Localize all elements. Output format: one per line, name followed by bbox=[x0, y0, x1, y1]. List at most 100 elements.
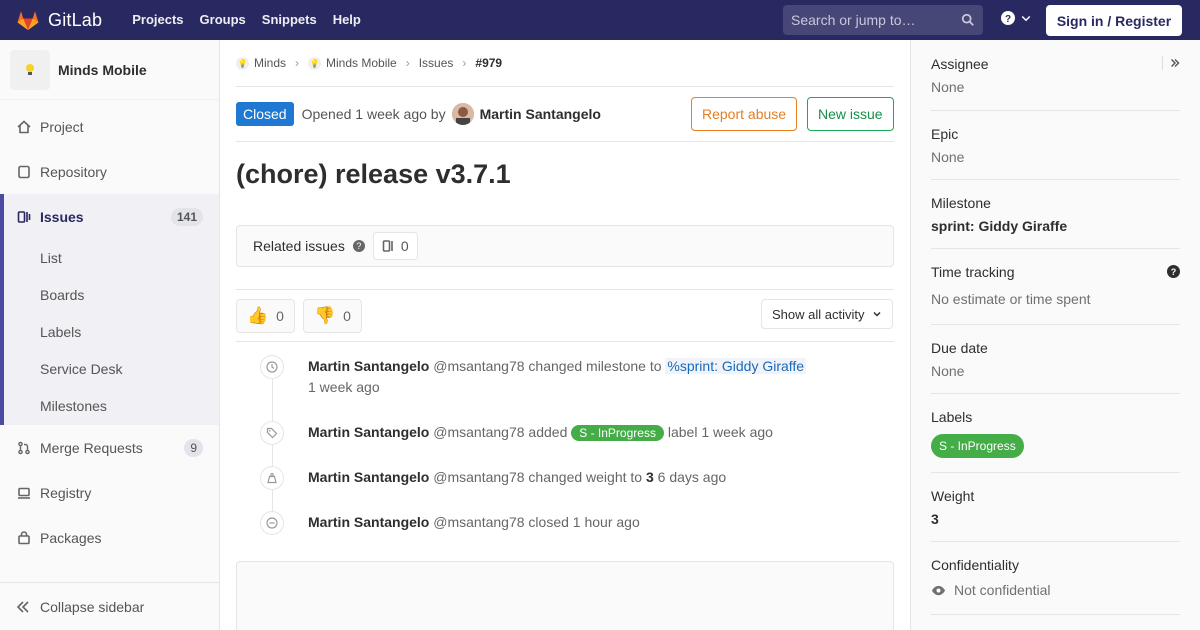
time-tracking-block: Time tracking No estimate or time spent … bbox=[931, 249, 1180, 325]
note-text: closed bbox=[528, 514, 569, 530]
sidebar-subitem-labels[interactable]: Labels bbox=[4, 313, 219, 350]
merge-request-icon bbox=[16, 440, 32, 456]
awards-bar: 👍 0 👎 0 Show all activity bbox=[236, 290, 894, 342]
note-handle[interactable]: @msantang78 bbox=[433, 514, 524, 530]
thumbs-down-button[interactable]: 👎 0 bbox=[302, 298, 362, 333]
sidebar-item-label: Merge Requests bbox=[40, 439, 143, 456]
due-date-value: None bbox=[931, 363, 965, 379]
nav-help[interactable]: Help bbox=[325, 0, 369, 40]
time-tracking-label: Time tracking bbox=[931, 264, 1015, 280]
milestone-block: Milestone sprint: Giddy Giraffe bbox=[931, 180, 1180, 249]
note-text: changed weight to bbox=[528, 469, 643, 485]
thumbs-down-icon: 👎 bbox=[313, 305, 336, 325]
project-avatar bbox=[10, 49, 50, 90]
note-time: 1 hour ago bbox=[572, 514, 640, 530]
search-icon bbox=[961, 13, 974, 26]
thumbs-up-count: 0 bbox=[276, 307, 284, 324]
doc-icon bbox=[16, 164, 32, 180]
project-name: Minds Mobile bbox=[58, 61, 147, 78]
issues-icon bbox=[382, 240, 393, 252]
thumbs-up-icon: 👍 bbox=[247, 305, 269, 325]
label-badge[interactable]: S - InProgress bbox=[571, 425, 664, 441]
weight-label: Weight bbox=[931, 488, 975, 504]
nav-projects[interactable]: Projects bbox=[124, 0, 191, 40]
sidebar-item-registry[interactable]: Registry bbox=[0, 470, 219, 515]
sidebar-item-merge-requests[interactable]: Merge Requests 9 bbox=[0, 425, 219, 470]
thumbs-down-count: 0 bbox=[343, 307, 351, 324]
confidentiality-value: Not confidential bbox=[931, 582, 1180, 599]
label-badge[interactable]: S - InProgress bbox=[931, 434, 1024, 458]
nav-snippets[interactable]: Snippets bbox=[254, 0, 325, 40]
opened-text: Opened 1 week ago by bbox=[301, 106, 446, 122]
author-avatar[interactable] bbox=[451, 103, 474, 125]
assignee-value: None bbox=[931, 79, 965, 95]
confidentiality-label: Confidentiality bbox=[931, 557, 1019, 573]
sign-in-button[interactable]: Sign in / Register bbox=[1046, 5, 1182, 36]
milestone-link[interactable]: %sprint: Giddy Giraffe bbox=[665, 358, 807, 374]
breadcrumb-issue-id[interactable]: #979 bbox=[475, 56, 502, 70]
confidentiality-text: Not confidential bbox=[954, 582, 1051, 598]
note-handle[interactable]: @msantang78 bbox=[433, 424, 524, 440]
breadcrumb: 💡 Minds › 💡 Minds Mobile › Issues › #979 bbox=[236, 40, 894, 87]
assignee-label: Assignee bbox=[931, 56, 989, 72]
sidebar-subitem-boards[interactable]: Boards bbox=[4, 276, 219, 313]
thumbs-up-button[interactable]: 👍 0 bbox=[236, 298, 295, 333]
main-nav: Projects Groups Snippets Help bbox=[124, 0, 369, 40]
sidebar-item-packages[interactable]: Packages bbox=[0, 515, 219, 560]
sidebar-subitem-list[interactable]: List bbox=[4, 239, 219, 276]
question-circle-icon[interactable]: ? bbox=[352, 240, 365, 252]
question-circle-icon[interactable]: ? bbox=[1167, 265, 1180, 278]
activity-timeline: Martin Santangelo @msantang78 changed mi… bbox=[236, 355, 894, 557]
note-text: added bbox=[528, 424, 568, 440]
sidebar-subitem-service-desk[interactable]: Service Desk bbox=[4, 350, 219, 387]
collapse-right-sidebar-button[interactable] bbox=[1162, 56, 1180, 70]
sidebar-item-label: Packages bbox=[40, 529, 102, 546]
sidebar-item-label: Registry bbox=[40, 484, 92, 501]
timeline-note: Martin Santangelo @msantang78 added S - … bbox=[236, 421, 894, 467]
sidebar-item-project[interactable]: Project bbox=[0, 104, 219, 149]
svg-text:?: ? bbox=[1005, 14, 1011, 25]
sidebar-subitem-milestones[interactable]: Milestones bbox=[4, 387, 219, 425]
sidebar-item-issues[interactable]: Issues 141 bbox=[4, 194, 219, 239]
note-author[interactable]: Martin Santangelo bbox=[308, 358, 429, 374]
new-issue-button[interactable]: New issue bbox=[807, 97, 894, 131]
note-author[interactable]: Martin Santangelo bbox=[308, 424, 429, 440]
search-input[interactable]: Search or jump to… bbox=[783, 5, 983, 35]
weight-icon bbox=[260, 466, 284, 490]
left-sidebar: Minds Mobile Project Repository Issues 1… bbox=[0, 40, 220, 630]
breadcrumb-separator: › bbox=[295, 56, 300, 70]
registry-icon bbox=[16, 485, 32, 501]
issue-title: (chore) release v3.7.1 bbox=[236, 159, 511, 189]
note-handle[interactable]: @msantang78 bbox=[433, 358, 524, 374]
sidebar-issues-section: Issues 141 List Boards Labels Service De… bbox=[0, 194, 219, 425]
labels-label: Labels bbox=[931, 409, 973, 425]
activity-filter-dropdown[interactable]: Show all activity bbox=[761, 299, 894, 329]
issue-detail-header: Closed Opened 1 week ago by Martin Santa… bbox=[236, 87, 894, 142]
confidentiality-block: Confidentiality Not confidential bbox=[931, 542, 1180, 615]
sidebar-item-repository[interactable]: Repository bbox=[0, 149, 219, 194]
gitlab-logo[interactable]: GitLab bbox=[16, 0, 102, 40]
report-abuse-button[interactable]: Report abuse bbox=[691, 97, 798, 131]
timeline-note: Martin Santangelo @msantang78 closed 1 h… bbox=[236, 511, 894, 557]
note-time: 1 week ago bbox=[701, 424, 773, 440]
related-count-value: 0 bbox=[400, 238, 409, 254]
breadcrumb-group[interactable]: Minds bbox=[254, 56, 286, 70]
collapse-sidebar-button[interactable]: Collapse sidebar bbox=[0, 582, 219, 630]
labels-block: Labels S - InProgress bbox=[931, 394, 1180, 473]
note-author[interactable]: Martin Santangelo bbox=[308, 469, 429, 485]
breadcrumb-issues[interactable]: Issues bbox=[419, 56, 454, 70]
status-badge: Closed bbox=[236, 102, 294, 126]
note-handle[interactable]: @msantang78 bbox=[433, 469, 524, 485]
comment-box bbox=[236, 561, 894, 630]
closed-status-icon bbox=[260, 511, 284, 535]
epic-label: Epic bbox=[931, 126, 959, 142]
project-header[interactable]: Minds Mobile bbox=[0, 40, 219, 100]
author-name[interactable]: Martin Santangelo bbox=[480, 106, 601, 122]
help-dropdown[interactable]: ? bbox=[1000, 10, 1032, 26]
note-author[interactable]: Martin Santangelo bbox=[308, 514, 429, 530]
breadcrumb-project[interactable]: Minds Mobile bbox=[326, 56, 397, 70]
double-chevron-right-icon bbox=[1171, 59, 1180, 67]
milestone-value[interactable]: sprint: Giddy Giraffe bbox=[931, 218, 1180, 235]
merge-requests-count-badge: 9 bbox=[184, 438, 203, 457]
nav-groups[interactable]: Groups bbox=[192, 0, 254, 40]
